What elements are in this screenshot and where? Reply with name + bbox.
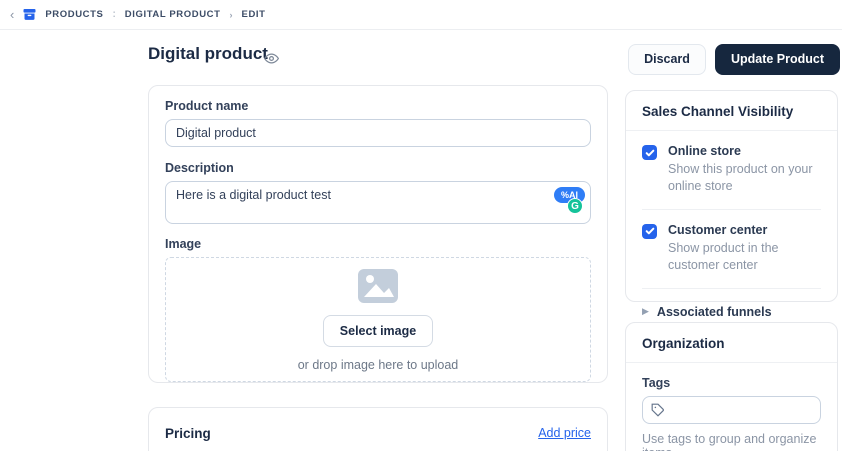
pricing-card: Pricing Add price xyxy=(148,407,608,451)
image-placeholder-icon xyxy=(357,268,399,304)
organization-card: Organization Tags Use tags to group and … xyxy=(625,322,838,451)
drop-image-hint: or drop image here to upload xyxy=(298,358,459,372)
discard-button[interactable]: Discard xyxy=(628,44,706,75)
online-store-description: Show this product on your online store xyxy=(668,161,821,195)
online-store-label[interactable]: Online store xyxy=(668,144,821,158)
associated-funnels-toggle[interactable]: ▶ Associated funnels xyxy=(626,289,837,319)
sales-visibility-title: Sales Channel Visibility xyxy=(642,104,821,119)
breadcrumb: ‹ PRODUCTS : DIGITAL PRODUCT › EDIT xyxy=(0,0,842,30)
image-label: Image xyxy=(165,237,591,251)
add-price-link[interactable]: Add price xyxy=(538,426,591,440)
breadcrumb-item-edit: EDIT xyxy=(242,9,266,20)
header-actions: Discard Update Product xyxy=(628,44,840,75)
tag-icon xyxy=(651,403,665,417)
breadcrumb-item-products[interactable]: PRODUCTS xyxy=(45,9,103,20)
product-form-card: Product name Description Here is a digit… xyxy=(148,85,608,383)
description-label: Description xyxy=(165,161,591,175)
customer-center-option: Customer center Show product in the cust… xyxy=(626,210,837,274)
product-name-input[interactable] xyxy=(165,119,591,147)
tags-label: Tags xyxy=(642,376,821,390)
select-image-button[interactable]: Select image xyxy=(323,315,433,347)
page-title: Digital product xyxy=(148,44,268,64)
description-text: Here is a digital product test xyxy=(176,188,331,202)
tags-helper-text: Use tags to group and organize items. xyxy=(642,432,821,451)
breadcrumb-separator-chevron: › xyxy=(230,10,233,20)
sales-visibility-card: Sales Channel Visibility Online store Sh… xyxy=(625,90,838,302)
associated-funnels-label: Associated funnels xyxy=(657,305,772,319)
online-store-option: Online store Show this product on your o… xyxy=(626,131,837,195)
customer-center-label[interactable]: Customer center xyxy=(668,223,821,237)
tags-input[interactable] xyxy=(642,396,821,424)
customer-center-description: Show product in the customer center xyxy=(668,240,821,274)
product-box-icon xyxy=(23,8,36,21)
visibility-eye-icon[interactable] xyxy=(264,51,279,66)
breadcrumb-item-digital-product[interactable]: DIGITAL PRODUCT xyxy=(125,9,221,20)
back-chevron-icon[interactable]: ‹ xyxy=(10,8,14,21)
image-dropzone[interactable]: Select image or drop image here to uploa… xyxy=(165,257,591,382)
chevron-right-icon: ▶ xyxy=(642,306,649,317)
grammarly-icon[interactable]: G xyxy=(567,198,583,214)
product-edit-page: ‹ PRODUCTS : DIGITAL PRODUCT › EDIT Digi… xyxy=(0,0,842,451)
breadcrumb-separator: : xyxy=(112,9,115,20)
customer-center-checkbox[interactable] xyxy=(642,224,657,239)
pricing-title: Pricing xyxy=(165,426,211,441)
ai-sparkle-icon: % xyxy=(561,190,569,200)
product-name-label: Product name xyxy=(165,99,591,113)
organization-title: Organization xyxy=(642,336,821,351)
update-product-button[interactable]: Update Product xyxy=(715,44,840,75)
online-store-checkbox[interactable] xyxy=(642,145,657,160)
description-textarea[interactable]: Here is a digital product test %AI G xyxy=(165,181,591,224)
